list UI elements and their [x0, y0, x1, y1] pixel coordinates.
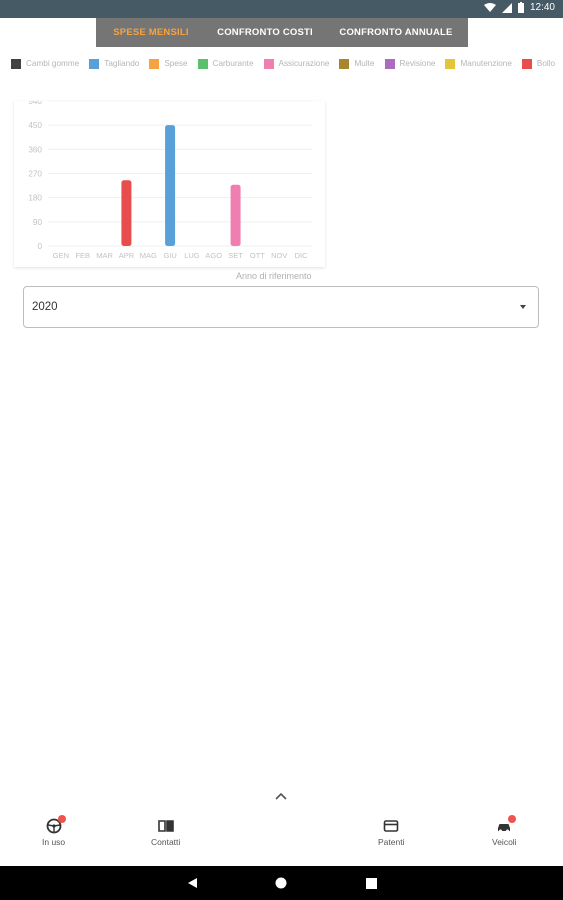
- legend-swatch: [521, 58, 532, 69]
- legend-label: Bollo: [536, 59, 556, 68]
- nav-patenti-label: Patenti: [378, 837, 405, 847]
- chart-bar-apr: [121, 180, 132, 246]
- year-select[interactable]: 2020: [23, 286, 539, 328]
- legend-swatch: [384, 58, 395, 69]
- nav-veicoli[interactable]: Veicoli: [492, 815, 517, 847]
- tab-confronto-annuale[interactable]: CONFRONTO ANNUALE: [324, 18, 468, 47]
- chart-x-axis-label: Anno di riferimento: [236, 271, 312, 281]
- x-tick-label: MAR: [96, 251, 113, 260]
- legend-item: Multe: [339, 58, 375, 69]
- x-tick-label: OTT: [250, 251, 265, 260]
- legend-item: Bollo: [521, 58, 556, 69]
- nav-patenti[interactable]: Patenti: [378, 818, 404, 847]
- legend-item: Spese: [149, 58, 188, 69]
- nav-contatti-label: Contatti: [151, 837, 181, 847]
- x-tick-label: SET: [228, 251, 243, 260]
- y-tick-label: 180: [28, 194, 42, 203]
- x-tick-label: APR: [119, 251, 135, 260]
- legend-item: Assicurazione: [263, 58, 330, 69]
- legend-swatch: [339, 58, 350, 69]
- overview-icon[interactable]: [366, 878, 377, 889]
- legend-swatch: [263, 58, 274, 69]
- x-tick-label: FEB: [75, 251, 90, 260]
- legend-label: Revisione: [399, 59, 436, 68]
- legend-swatch: [197, 58, 208, 69]
- chart-bar-set: [230, 184, 241, 246]
- wifi-icon: [483, 2, 496, 12]
- chart-legend: Cambi gomme Tagliando Spese Carburante Assic…: [11, 58, 556, 69]
- license-card-icon: [383, 818, 399, 834]
- chevron-down-icon: [520, 305, 526, 309]
- y-tick-label: 0: [37, 242, 42, 251]
- battery-icon: [517, 2, 524, 13]
- y-tick-label: 270: [28, 170, 42, 179]
- system-navigation-bar: [0, 866, 563, 900]
- status-time: 12:40: [529, 2, 555, 13]
- legend-label: Manutenzione: [460, 59, 512, 68]
- legend-item: Cambi gomme: [11, 58, 79, 69]
- legend-swatch: [89, 58, 100, 69]
- legend-swatch: [11, 58, 21, 69]
- year-select-value: 2020: [32, 301, 58, 313]
- x-tick-label: LUG: [184, 251, 200, 260]
- y-tick-label: 540: [28, 101, 42, 106]
- legend-item: Tagliando: [89, 58, 139, 69]
- tab-bar: SPESE MENSILI CONFRONTO COSTI CONFRONTO …: [96, 18, 468, 47]
- car-icon: [496, 815, 517, 834]
- legend-swatch: [445, 58, 456, 69]
- y-tick-label: 360: [28, 145, 42, 154]
- x-tick-label: MAG: [140, 251, 157, 260]
- steering-wheel-icon: [46, 815, 66, 834]
- legend-item: Manutenzione: [445, 58, 512, 69]
- nav-veicoli-label: Veicoli: [492, 837, 517, 847]
- home-icon[interactable]: [275, 877, 287, 889]
- x-tick-label: AGO: [205, 251, 222, 260]
- back-icon[interactable]: [186, 877, 198, 889]
- x-tick-label: GEN: [53, 251, 69, 260]
- status-bar: 12:40: [0, 0, 563, 18]
- notification-badge: [57, 815, 66, 823]
- legend-swatch: [149, 58, 160, 69]
- legend-label: Multe: [354, 59, 375, 68]
- legend-item: Revisione: [384, 58, 436, 69]
- signal-icon: [501, 2, 512, 13]
- legend-label: Cambi gomme: [26, 59, 80, 68]
- legend-label: Carburante: [212, 59, 254, 68]
- contacts-book-icon: [157, 818, 174, 834]
- notification-badge: [508, 815, 517, 823]
- bottom-navigation: In uso Contatti Patenti Veicoli: [0, 815, 563, 866]
- x-tick-label: DIC: [295, 251, 309, 260]
- legend-label: Spese: [164, 59, 188, 68]
- monthly-expenses-chart: 0 90 180 270 360 450 540 GEN FEB MAR APR MAG GIU LUG A…: [28, 101, 312, 260]
- legend-item: Carburante: [197, 58, 254, 69]
- x-tick-label: GIU: [163, 251, 176, 260]
- y-tick-label: 90: [33, 218, 43, 227]
- chart-card: 0 90 180 270 360 450 540 GEN FEB MAR APR MAG GIU LUG A…: [14, 101, 325, 267]
- nav-in-uso-label: In uso: [42, 837, 66, 847]
- legend-label: Assicurazione: [278, 59, 330, 68]
- y-tick-label: 450: [28, 121, 42, 130]
- chevron-up-icon[interactable]: [274, 790, 288, 804]
- chart-bar-giu: [165, 125, 176, 246]
- legend-label: Tagliando: [104, 59, 140, 68]
- nav-in-uso[interactable]: In uso: [42, 815, 66, 847]
- x-tick-label: NOV: [271, 251, 287, 260]
- tab-confronto-costi[interactable]: CONFRONTO COSTI: [206, 18, 324, 47]
- nav-contatti[interactable]: Contatti: [151, 818, 180, 847]
- tab-spese-mensili[interactable]: SPESE MENSILI: [96, 18, 206, 47]
